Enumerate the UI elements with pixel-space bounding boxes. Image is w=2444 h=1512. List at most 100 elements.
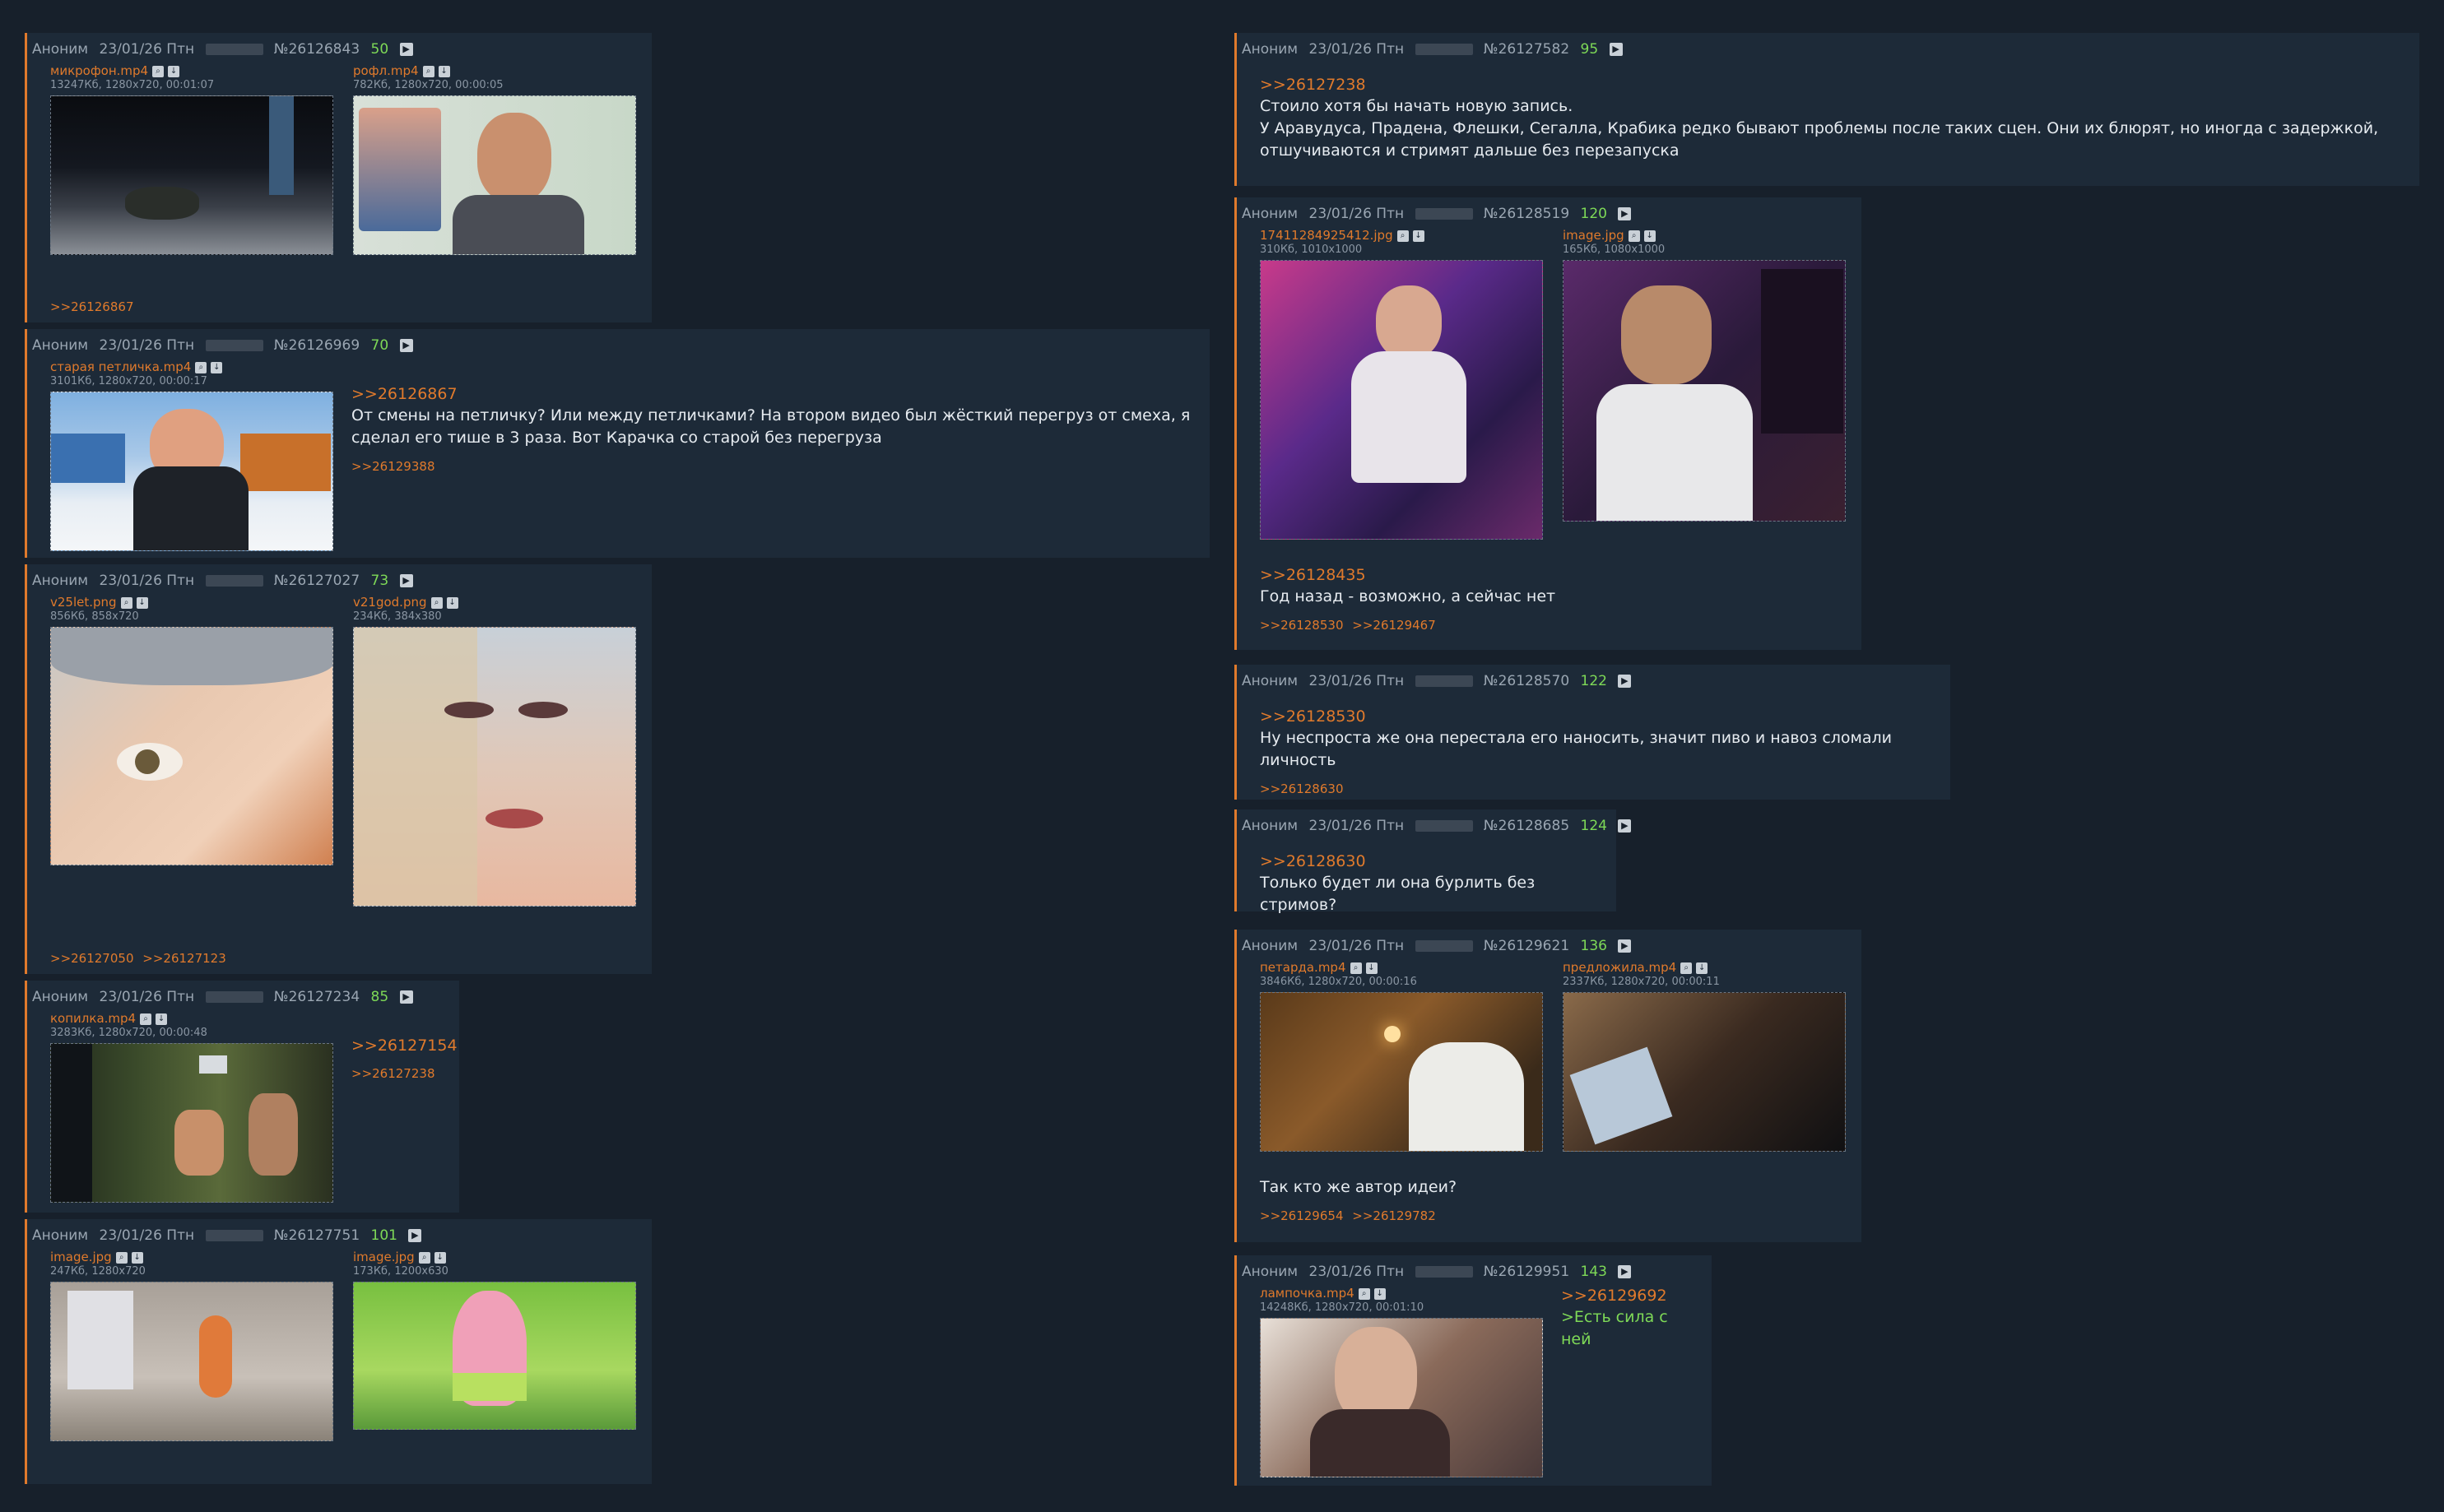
file-name[interactable]: image.jpg xyxy=(353,1250,415,1264)
post-number[interactable]: №26128685 xyxy=(1484,818,1569,834)
download-icon[interactable]: ↓ xyxy=(1643,230,1656,242)
video-thumbnail[interactable] xyxy=(50,95,333,255)
search-icon[interactable]: ⌕ xyxy=(1680,962,1693,974)
search-icon[interactable]: ⌕ xyxy=(140,1013,152,1025)
search-icon[interactable]: ⌕ xyxy=(115,1251,128,1264)
download-icon[interactable]: ↓ xyxy=(434,1251,446,1264)
file-name[interactable]: image.jpg xyxy=(50,1250,112,1264)
search-icon[interactable]: ⌕ xyxy=(430,596,443,609)
video-thumbnail[interactable] xyxy=(1260,992,1543,1152)
play-icon[interactable]: ▶ xyxy=(1609,43,1623,56)
download-icon[interactable]: ↓ xyxy=(168,65,180,77)
search-icon[interactable]: ⌕ xyxy=(1396,230,1409,242)
reply-link[interactable]: >>26128435 xyxy=(1260,564,1848,586)
video-thumbnail[interactable] xyxy=(50,1043,333,1203)
post-26128519: Аноним 23/01/26 Птн №26128519 120 ▶ 1741… xyxy=(1234,197,1861,650)
play-icon[interactable]: ▶ xyxy=(399,990,413,1004)
download-icon[interactable]: ↓ xyxy=(136,596,148,609)
download-icon[interactable]: ↓ xyxy=(1696,962,1708,974)
search-icon[interactable]: ⌕ xyxy=(152,65,165,77)
post-number[interactable]: №26127234 xyxy=(274,989,360,1005)
file-name[interactable]: микрофон.mp4 xyxy=(50,63,148,78)
file-meta: 247Кб, 1280x720 xyxy=(50,1265,146,1278)
backlink[interactable]: >>26129388 xyxy=(351,459,434,474)
file-name[interactable]: петарда.mp4 xyxy=(1260,960,1346,975)
post-number[interactable]: №26126843 xyxy=(274,41,360,58)
file-name[interactable]: лампочка.mp4 xyxy=(1260,1286,1354,1301)
post-header: Аноним 23/01/26 Птн №26128685 124 ▶ xyxy=(1242,816,1632,836)
post-number[interactable]: №26127751 xyxy=(274,1227,360,1244)
reply-link[interactable]: >>26128630 xyxy=(1260,851,1603,872)
author-name: Аноним xyxy=(32,337,89,354)
image-thumbnail[interactable] xyxy=(353,1282,636,1430)
post-number[interactable]: №26126969 xyxy=(274,337,360,354)
reply-link[interactable]: >>26127154 xyxy=(351,1035,458,1056)
download-icon[interactable]: ↓ xyxy=(438,65,450,77)
play-icon[interactable]: ▶ xyxy=(1618,819,1632,833)
download-icon[interactable]: ↓ xyxy=(446,596,458,609)
post-number[interactable]: №26129621 xyxy=(1484,938,1569,954)
download-icon[interactable]: ↓ xyxy=(131,1251,143,1264)
play-icon[interactable]: ▶ xyxy=(408,1229,422,1242)
play-icon[interactable]: ▶ xyxy=(1618,939,1632,953)
reply-link[interactable]: >>26128530 xyxy=(1260,706,1937,727)
backlink[interactable]: >>26128530 xyxy=(1260,618,1343,633)
search-icon[interactable]: ⌕ xyxy=(1628,230,1640,242)
play-icon[interactable]: ▶ xyxy=(1618,1265,1632,1278)
post-count: 143 xyxy=(1580,1264,1607,1280)
search-icon[interactable]: ⌕ xyxy=(195,361,207,373)
backlink[interactable]: >>26129467 xyxy=(1352,618,1435,633)
video-thumbnail[interactable] xyxy=(50,392,333,551)
reply-link[interactable]: >>26127238 xyxy=(1260,74,2406,95)
download-icon[interactable]: ↓ xyxy=(1373,1287,1386,1300)
download-icon[interactable]: ↓ xyxy=(1365,962,1378,974)
backlink[interactable]: >>26127238 xyxy=(351,1066,434,1081)
file-attachment: копилка.mp4 ⌕ ↓ 3283Кб, 1280x720, 00:00:48 xyxy=(50,1010,333,1203)
search-icon[interactable]: ⌕ xyxy=(418,1251,430,1264)
file-name[interactable]: v25let.png xyxy=(50,595,117,610)
post-number[interactable]: №26127027 xyxy=(274,573,360,589)
reply-link[interactable]: >>26126867 xyxy=(351,383,1190,405)
backlink[interactable]: >>26129782 xyxy=(1352,1208,1435,1223)
file-name[interactable]: старая петличка.mp4 xyxy=(50,359,191,374)
post-number[interactable]: №26127582 xyxy=(1484,41,1569,58)
post-number[interactable]: №26128570 xyxy=(1484,673,1569,689)
download-icon[interactable]: ↓ xyxy=(1412,230,1424,242)
download-icon[interactable]: ↓ xyxy=(211,361,223,373)
file-name[interactable]: рофл.mp4 xyxy=(353,63,419,78)
post-number[interactable]: №26128519 xyxy=(1484,206,1569,222)
video-thumbnail[interactable] xyxy=(1260,1318,1543,1477)
search-icon[interactable]: ⌕ xyxy=(422,65,434,77)
download-icon[interactable]: ↓ xyxy=(156,1013,168,1025)
video-thumbnail[interactable] xyxy=(353,95,636,255)
backlink[interactable]: >>26127050 xyxy=(50,951,133,966)
image-thumbnail[interactable] xyxy=(1260,260,1543,540)
backlink[interactable]: >>26128630 xyxy=(1260,782,1343,796)
search-icon[interactable]: ⌕ xyxy=(1350,962,1362,974)
image-thumbnail[interactable] xyxy=(1563,260,1846,522)
image-thumbnail[interactable] xyxy=(50,627,333,865)
file-meta: 13247Кб, 1280x720, 00:01:07 xyxy=(50,79,215,91)
file-meta: 2337Кб, 1280x720, 00:00:11 xyxy=(1563,976,1720,988)
file-name[interactable]: v21god.png xyxy=(353,595,427,610)
search-icon[interactable]: ⌕ xyxy=(120,596,132,609)
video-thumbnail[interactable] xyxy=(1563,992,1846,1152)
backlink[interactable]: >>26127123 xyxy=(142,951,225,966)
play-icon[interactable]: ▶ xyxy=(1618,207,1632,220)
file-name[interactable]: предложила.mp4 xyxy=(1563,960,1676,975)
file-name[interactable]: копилка.mp4 xyxy=(50,1011,136,1026)
file-attachment: v25let.png ⌕ ↓ 856Кб, 858x720 xyxy=(50,594,333,907)
image-thumbnail[interactable] xyxy=(50,1282,333,1441)
play-icon[interactable]: ▶ xyxy=(399,43,413,56)
file-name[interactable]: 17411284925412.jpg xyxy=(1260,228,1393,243)
play-icon[interactable]: ▶ xyxy=(399,574,413,587)
play-icon[interactable]: ▶ xyxy=(399,339,413,352)
file-name[interactable]: image.jpg xyxy=(1563,228,1624,243)
image-thumbnail[interactable] xyxy=(353,627,636,907)
backlink[interactable]: >>26129654 xyxy=(1260,1208,1343,1223)
post-number[interactable]: №26129951 xyxy=(1484,1264,1569,1280)
search-icon[interactable]: ⌕ xyxy=(1358,1287,1370,1300)
play-icon[interactable]: ▶ xyxy=(1618,675,1632,688)
reply-link[interactable]: >>26129692 xyxy=(1561,1285,1698,1306)
backlink[interactable]: >>26126867 xyxy=(50,299,133,314)
